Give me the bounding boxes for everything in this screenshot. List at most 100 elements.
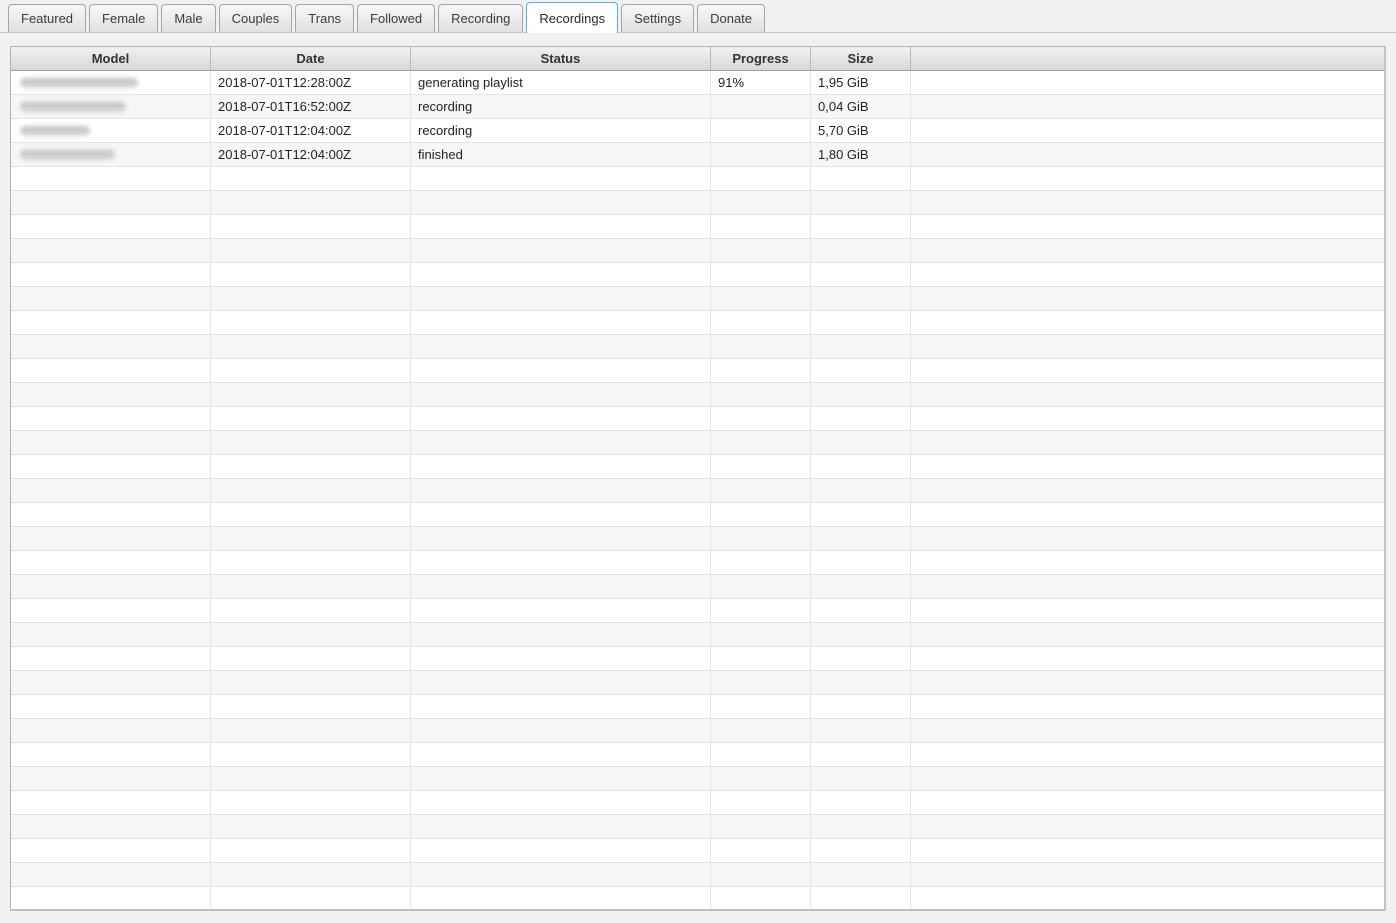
cell-extra xyxy=(911,167,1384,191)
cell-progress xyxy=(711,767,811,791)
table-row-empty xyxy=(11,239,1384,263)
cell-date: 2018-07-01T12:28:00Z xyxy=(211,71,411,95)
cell-extra xyxy=(911,215,1384,239)
tab-followed[interactable]: Followed xyxy=(357,4,435,32)
cell-date xyxy=(211,527,411,551)
cell-progress xyxy=(711,551,811,575)
cell-progress xyxy=(711,239,811,263)
table-row-empty xyxy=(11,311,1384,335)
cell-size xyxy=(811,767,911,791)
cell-model xyxy=(11,215,211,239)
column-header-status[interactable]: Status xyxy=(411,47,711,70)
cell-progress xyxy=(711,671,811,695)
cell-size xyxy=(811,599,911,623)
table-row-empty xyxy=(11,743,1384,767)
cell-model xyxy=(11,503,211,527)
cell-extra xyxy=(911,743,1384,767)
cell-progress xyxy=(711,431,811,455)
cell-status xyxy=(411,551,711,575)
tab-recordings[interactable]: Recordings xyxy=(526,2,618,33)
cell-progress xyxy=(711,287,811,311)
cell-size xyxy=(811,527,911,551)
cell-extra xyxy=(911,71,1384,95)
table-header-row: Model Date Status Progress Size xyxy=(11,47,1384,71)
tab-couples[interactable]: Couples xyxy=(219,4,293,32)
cell-extra xyxy=(911,839,1384,863)
cell-size xyxy=(811,263,911,287)
tab-male[interactable]: Male xyxy=(161,4,215,32)
cell-size xyxy=(811,383,911,407)
cell-size xyxy=(811,479,911,503)
cell-size xyxy=(811,215,911,239)
cell-progress xyxy=(711,311,811,335)
cell-date xyxy=(211,263,411,287)
cell-model xyxy=(11,407,211,431)
cell-status xyxy=(411,191,711,215)
cell-size xyxy=(811,623,911,647)
cell-model xyxy=(11,383,211,407)
cell-extra xyxy=(911,287,1384,311)
column-header-progress[interactable]: Progress xyxy=(711,47,811,70)
column-header-date[interactable]: Date xyxy=(211,47,411,70)
table-row-empty xyxy=(11,479,1384,503)
cell-size xyxy=(811,695,911,719)
cell-date xyxy=(211,671,411,695)
cell-model xyxy=(11,839,211,863)
cell-size xyxy=(811,287,911,311)
cell-date xyxy=(211,887,411,911)
cell-size xyxy=(811,815,911,839)
cell-status xyxy=(411,815,711,839)
table-row-empty xyxy=(11,767,1384,791)
cell-model xyxy=(11,527,211,551)
cell-size xyxy=(811,335,911,359)
tab-settings[interactable]: Settings xyxy=(621,4,694,32)
cell-extra xyxy=(911,551,1384,575)
cell-status xyxy=(411,719,711,743)
cell-date xyxy=(211,575,411,599)
cell-progress xyxy=(711,191,811,215)
cell-status xyxy=(411,695,711,719)
tab-female[interactable]: Female xyxy=(89,4,158,32)
tab-featured[interactable]: Featured xyxy=(8,4,86,32)
table-row-empty xyxy=(11,431,1384,455)
cell-status xyxy=(411,479,711,503)
cell-size: 1,80 GiB xyxy=(811,143,911,167)
table-row-empty xyxy=(11,815,1384,839)
cell-model xyxy=(11,479,211,503)
tab-donate[interactable]: Donate xyxy=(697,4,765,32)
cell-extra xyxy=(911,719,1384,743)
table-row[interactable]: 2018-07-01T12:04:00Zfinished1,80 GiB xyxy=(11,143,1384,167)
table-row[interactable]: 2018-07-01T12:28:00Zgenerating playlist9… xyxy=(11,71,1384,95)
cell-progress xyxy=(711,479,811,503)
table-row[interactable]: 2018-07-01T16:52:00Zrecording0,04 GiB xyxy=(11,95,1384,119)
table-row-empty xyxy=(11,647,1384,671)
column-header-model[interactable]: Model xyxy=(11,47,211,70)
cell-date xyxy=(211,647,411,671)
cell-date xyxy=(211,719,411,743)
cell-extra xyxy=(911,143,1384,167)
redacted-model-name xyxy=(20,78,138,88)
cell-status xyxy=(411,311,711,335)
redacted-model-name xyxy=(20,150,115,160)
tab-recording[interactable]: Recording xyxy=(438,4,523,32)
cell-status xyxy=(411,335,711,359)
cell-extra xyxy=(911,599,1384,623)
cell-progress xyxy=(711,215,811,239)
table-row[interactable]: 2018-07-01T12:04:00Zrecording5,70 GiB xyxy=(11,119,1384,143)
cell-size xyxy=(811,791,911,815)
cell-progress xyxy=(711,407,811,431)
cell-extra xyxy=(911,431,1384,455)
cell-extra xyxy=(911,503,1384,527)
cell-status xyxy=(411,359,711,383)
cell-extra xyxy=(911,527,1384,551)
cell-size xyxy=(811,503,911,527)
table-row-empty xyxy=(11,503,1384,527)
cell-progress xyxy=(711,815,811,839)
column-header-size[interactable]: Size xyxy=(811,47,911,70)
tab-trans[interactable]: Trans xyxy=(295,4,354,32)
cell-extra xyxy=(911,887,1384,911)
cell-date xyxy=(211,791,411,815)
cell-model xyxy=(11,599,211,623)
cell-size xyxy=(811,167,911,191)
cell-date xyxy=(211,383,411,407)
